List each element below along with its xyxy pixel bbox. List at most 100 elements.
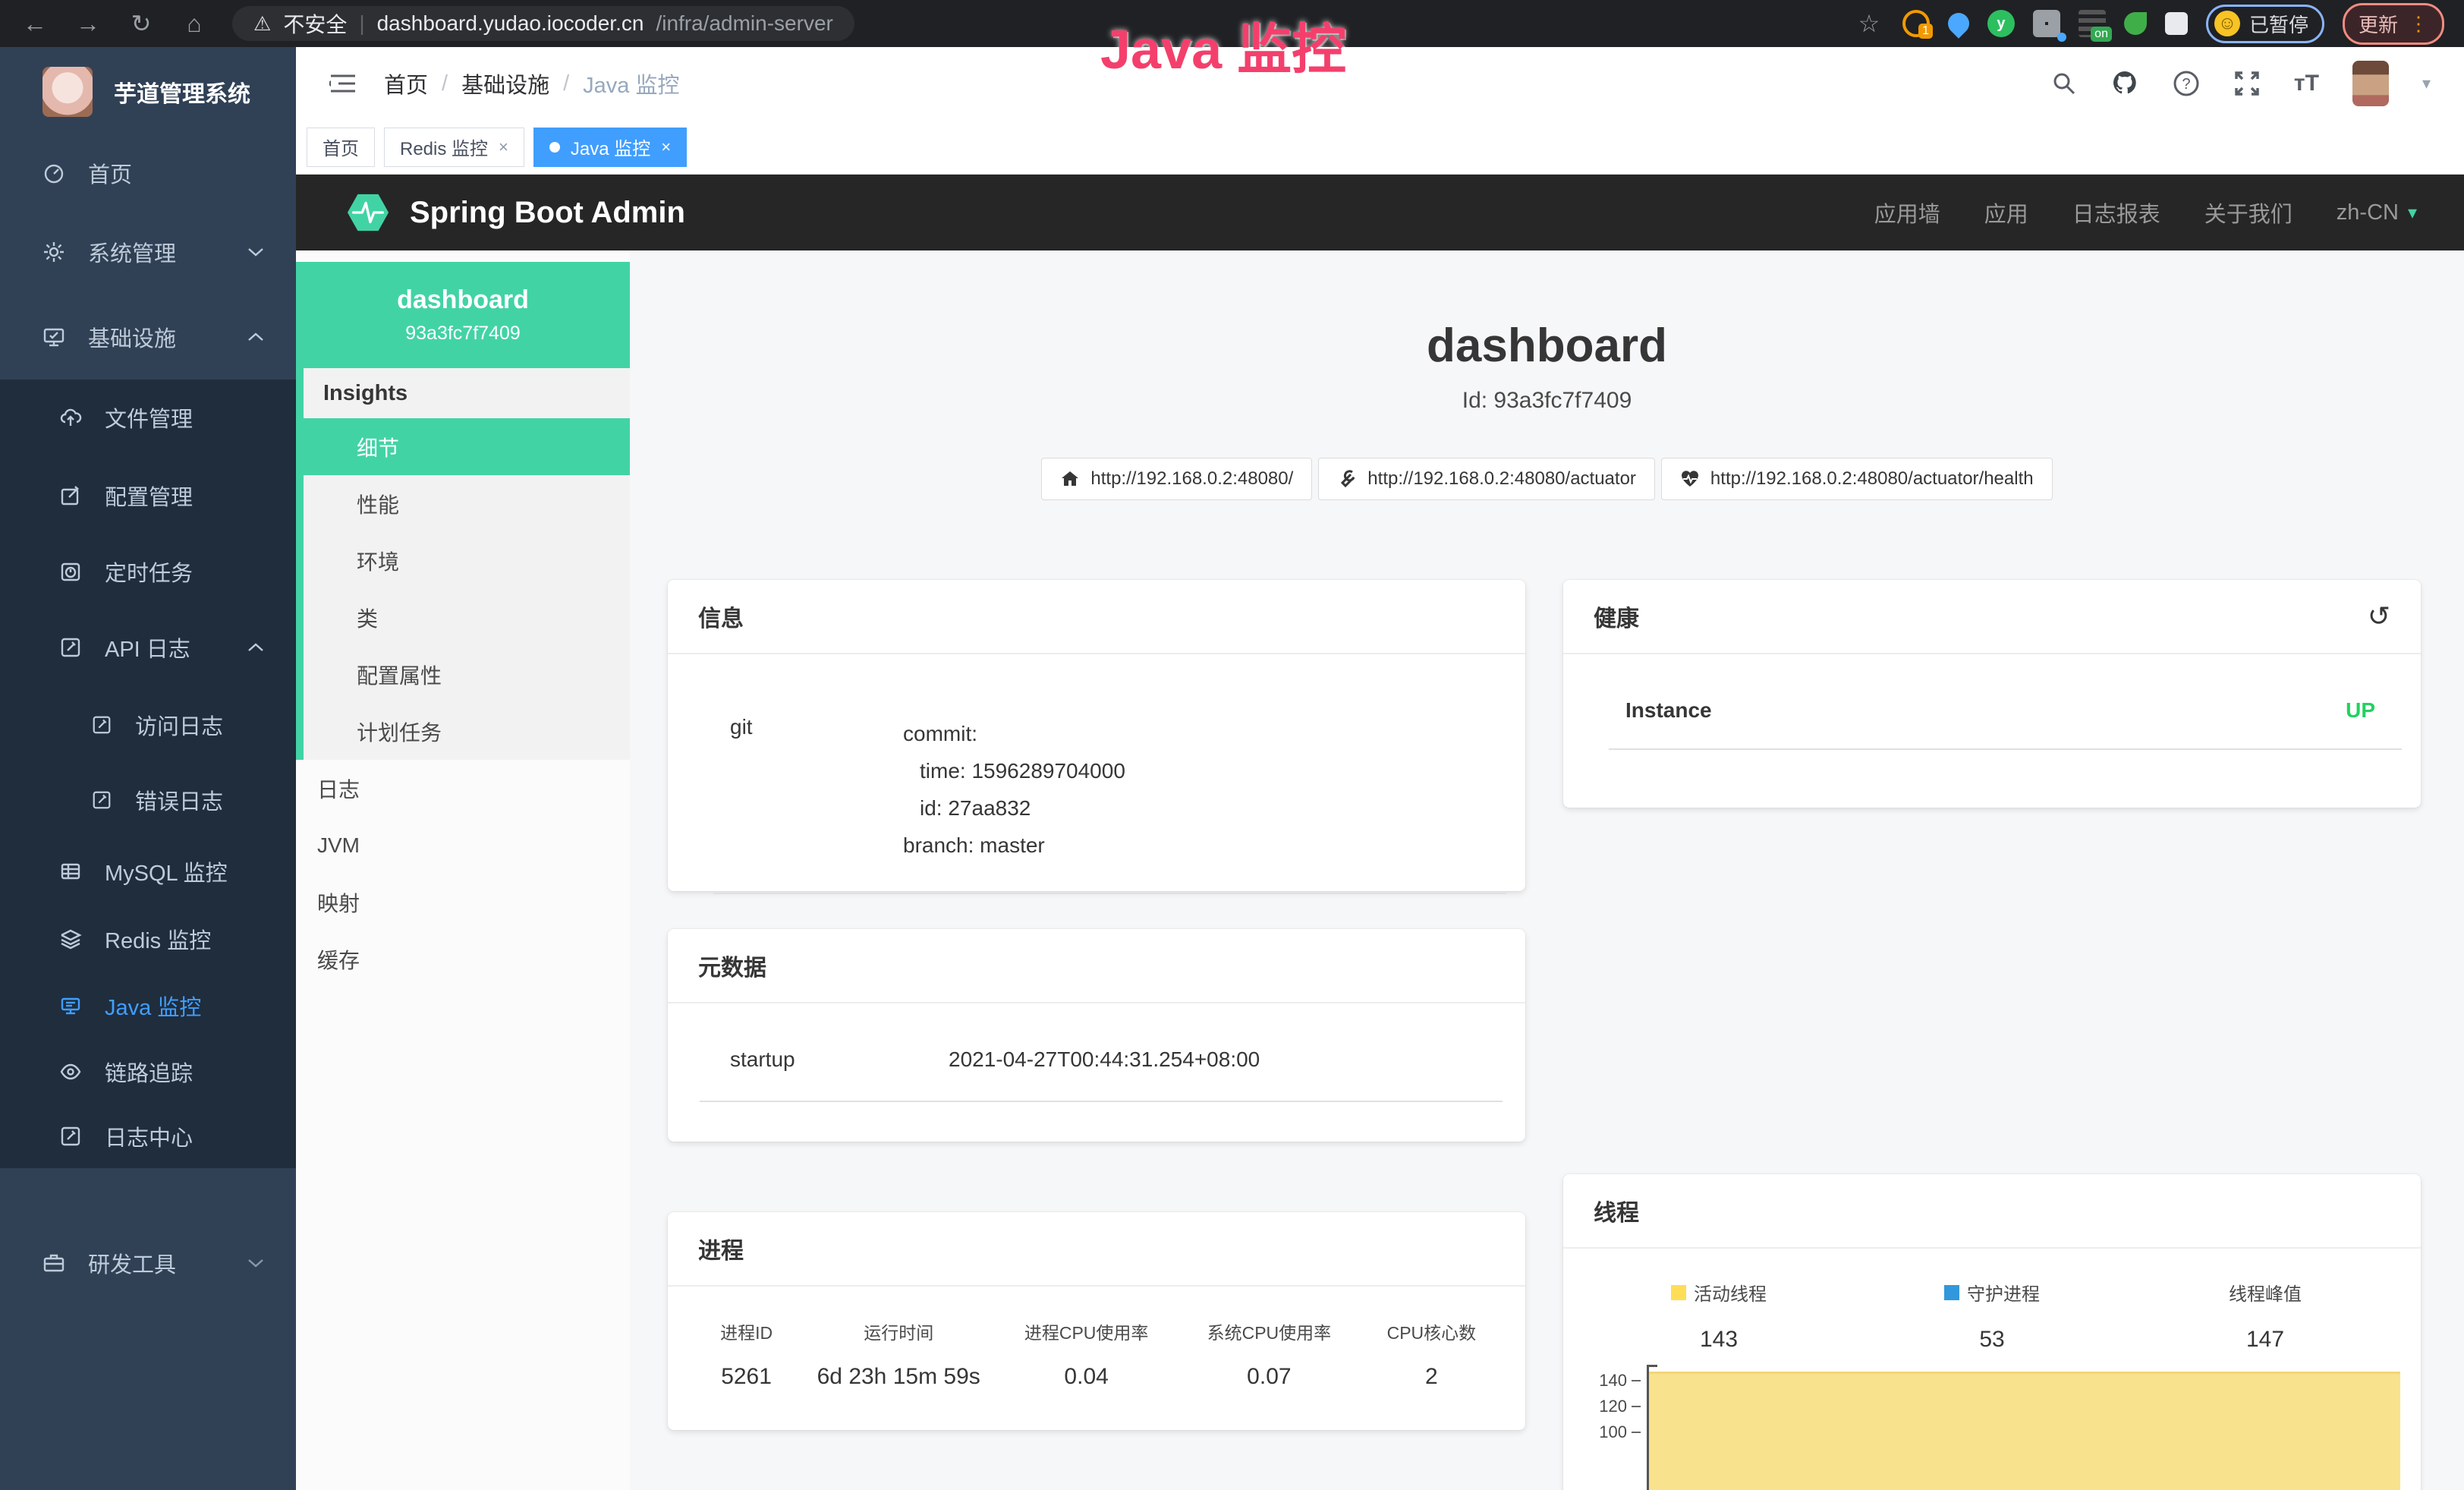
instance-menu-logging[interactable]: 日志 bbox=[296, 760, 630, 817]
help-icon[interactable]: ? bbox=[2173, 70, 2200, 97]
sidebar-item-access-log[interactable]: 访问日志 bbox=[0, 687, 296, 763]
instance-menu-details[interactable]: 细节 bbox=[296, 418, 630, 475]
breadcrumb-infra[interactable]: 基础设施 bbox=[461, 68, 549, 99]
security-label[interactable]: 不安全 bbox=[283, 8, 347, 39]
sidebar-item-log-center[interactable]: 日志中心 bbox=[0, 1104, 296, 1168]
sidebar-item-file[interactable]: 文件管理 bbox=[0, 380, 296, 455]
sidebar-item-label: 定时任务 bbox=[105, 556, 193, 587]
update-button[interactable]: 更新 ⋮ bbox=[2343, 3, 2444, 45]
health-url-button[interactable]: http://192.168.0.2:48080/actuator/health bbox=[1661, 458, 2053, 500]
instance-menu-caches[interactable]: 缓存 bbox=[296, 931, 630, 988]
github-icon[interactable] bbox=[2110, 70, 2139, 97]
sidebar-item-infra[interactable]: 基础设施 bbox=[0, 295, 296, 380]
tab-home[interactable]: 首页 bbox=[307, 128, 375, 167]
instance-links: http://192.168.0.2:48080/ http://192.168… bbox=[630, 458, 2464, 500]
sidebar-item-label: 首页 bbox=[88, 157, 132, 189]
extension-leaf-icon[interactable] bbox=[2124, 12, 2147, 35]
sidebar-item-api-log[interactable]: API 日志 bbox=[0, 607, 296, 687]
sba-nav-about[interactable]: 关于我们 bbox=[2204, 197, 2292, 228]
warning-triangle-icon[interactable]: ⚠ bbox=[253, 12, 271, 36]
extension-pin-icon[interactable] bbox=[1943, 8, 1974, 39]
sba-locale-select[interactable]: zh-CN ▾ bbox=[2337, 200, 2417, 225]
sidebar-item-error-log[interactable]: 错误日志 bbox=[0, 763, 296, 837]
extension-puzzle-icon[interactable] bbox=[2165, 12, 2188, 35]
cards-left-column: 信息 git commit: time: 1596289704000 id: 2… bbox=[668, 580, 1525, 1430]
address-bar[interactable]: ⚠ 不安全 | dashboard.yudao.iocoder.cn/infra… bbox=[232, 6, 854, 41]
legend-daemon-threads: 守护进程 bbox=[1855, 1279, 2129, 1306]
close-icon[interactable]: × bbox=[499, 137, 508, 157]
metadata-card-body: startup 2021-04-27T00:44:31.254+08:00 bbox=[668, 1003, 1525, 1072]
tab-java[interactable]: Java 监控 × bbox=[533, 128, 687, 167]
instance-menu-environment[interactable]: 环境 bbox=[304, 532, 630, 589]
instance-menu-classes[interactable]: 类 bbox=[304, 589, 630, 646]
extension-list-icon[interactable]: on bbox=[2079, 10, 2106, 37]
health-card: 健康 ↺ Instance UP bbox=[1563, 580, 2421, 808]
sidebar-item-job[interactable]: 定时任务 bbox=[0, 535, 296, 607]
layers-icon bbox=[59, 928, 82, 950]
sba-nav: 应用墙 应用 日志报表 关于我们 zh-CN ▾ bbox=[1874, 197, 2417, 228]
instance-menu-mappings[interactable]: 映射 bbox=[296, 874, 630, 931]
hamburger-icon[interactable] bbox=[329, 72, 357, 95]
sba-brand[interactable]: Spring Boot Admin bbox=[346, 191, 685, 235]
chevron-up-icon bbox=[247, 332, 264, 342]
avatar-caret-icon[interactable]: ▾ bbox=[2422, 74, 2431, 93]
tags-view: 首页 Redis 监控 × Java 监控 × bbox=[296, 120, 2464, 175]
profile-face-icon: ☺ bbox=[2214, 11, 2240, 36]
extension-on-badge: on bbox=[2091, 27, 2112, 42]
back-icon[interactable]: ← bbox=[20, 11, 50, 36]
sidebar-item-home[interactable]: 首页 bbox=[0, 137, 296, 209]
process-card: 进程 进程ID 运行时间 进程CPU使用率 系统CPU使用率 CPU核心数 bbox=[668, 1212, 1525, 1430]
service-url-button[interactable]: http://192.168.0.2:48080/ bbox=[1041, 458, 1312, 500]
tab-label: Java 监控 bbox=[571, 134, 650, 160]
cpu-count-value: 2 bbox=[1361, 1364, 1503, 1390]
user-avatar[interactable] bbox=[2352, 61, 2389, 106]
sidebar-item-mysql[interactable]: MySQL 监控 bbox=[0, 837, 296, 906]
git-branch-line: branch: master bbox=[903, 827, 1125, 864]
profile-paused-pill[interactable]: ☺ 已暂停 bbox=[2206, 5, 2324, 43]
eye-icon bbox=[59, 1060, 82, 1083]
sidebar-item-label: 链路追踪 bbox=[105, 1056, 193, 1088]
health-status-badge: UP bbox=[2346, 698, 2390, 723]
sba-nav-journal[interactable]: 日志报表 bbox=[2072, 197, 2160, 228]
col-header: 系统CPU使用率 bbox=[1178, 1318, 1361, 1344]
reload-icon[interactable]: ↻ bbox=[126, 11, 156, 36]
threads-legend-values: 143 53 147 bbox=[1582, 1327, 2402, 1353]
fullscreen-icon[interactable] bbox=[2233, 70, 2261, 97]
home-icon[interactable]: ⌂ bbox=[179, 11, 209, 36]
pid-value: 5261 bbox=[691, 1364, 802, 1390]
app-logo-row[interactable]: 芋道管理系统 bbox=[0, 47, 296, 137]
extension-grid-icon[interactable] bbox=[2033, 10, 2060, 37]
instance-menu-config-props[interactable]: 配置属性 bbox=[304, 646, 630, 703]
sidebar-item-config[interactable]: 配置管理 bbox=[0, 455, 296, 535]
sidebar-item-redis[interactable]: Redis 监控 bbox=[0, 906, 296, 972]
instance-menu-scheduled-tasks[interactable]: 计划任务 bbox=[304, 703, 630, 760]
bookmark-star-icon[interactable]: ☆ bbox=[1854, 11, 1884, 36]
forward-icon[interactable]: → bbox=[73, 11, 103, 36]
extension-y-icon[interactable]: y bbox=[1987, 10, 2015, 37]
close-icon[interactable]: × bbox=[661, 137, 671, 157]
sba-nav-applications[interactable]: 应用 bbox=[1984, 197, 2028, 228]
actuator-url-button[interactable]: http://192.168.0.2:48080/actuator bbox=[1318, 458, 1655, 500]
history-icon[interactable]: ↺ bbox=[2368, 603, 2390, 630]
yellow-swatch-icon bbox=[1671, 1285, 1686, 1300]
url-host[interactable]: dashboard.yudao.iocoder.cn bbox=[377, 11, 644, 36]
url-path[interactable]: /infra/admin-server bbox=[656, 11, 832, 36]
font-size-icon[interactable]: ᴛT bbox=[2294, 71, 2319, 96]
sidebar-item-system[interactable]: 系统管理 bbox=[0, 209, 296, 295]
sidebar-item-label: 错误日志 bbox=[135, 784, 223, 816]
instance-header[interactable]: dashboard 93a3fc7f7409 bbox=[296, 262, 630, 368]
health-instance-label: Instance bbox=[1625, 698, 1712, 723]
instance-menu-jvm[interactable]: JVM bbox=[296, 817, 630, 874]
sidebar-item-devtools[interactable]: 研发工具 bbox=[0, 1221, 296, 1305]
sba-nav-wallboard[interactable]: 应用墙 bbox=[1874, 197, 1940, 228]
sidebar-item-label: Redis 监控 bbox=[105, 923, 211, 955]
sidebar-item-trace[interactable]: 链路追踪 bbox=[0, 1039, 296, 1104]
search-icon[interactable] bbox=[2051, 71, 2077, 96]
sidebar-item-label: 研发工具 bbox=[88, 1247, 176, 1279]
extension-sync-icon[interactable]: 1 bbox=[1902, 10, 1930, 37]
instance-menu-metrics[interactable]: 性能 bbox=[304, 475, 630, 532]
kebab-menu-icon[interactable]: ⋮ bbox=[2409, 12, 2428, 36]
sidebar-item-java[interactable]: Java 监控 bbox=[0, 972, 296, 1039]
breadcrumb-home[interactable]: 首页 bbox=[384, 68, 428, 99]
tab-redis[interactable]: Redis 监控 × bbox=[384, 128, 524, 167]
